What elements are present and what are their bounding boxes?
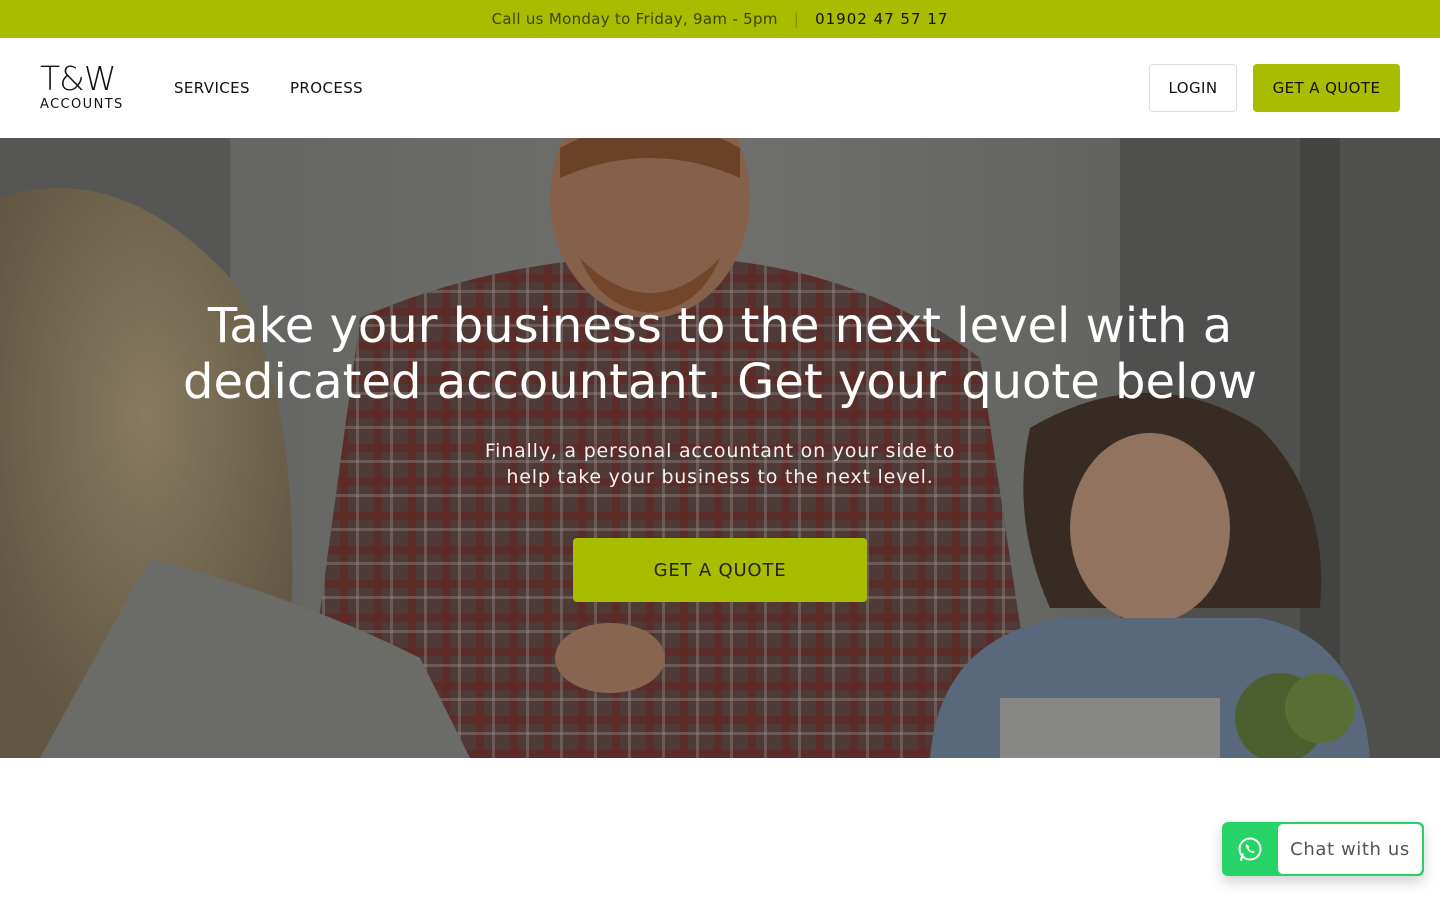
logo-subtitle: ACCOUNTS bbox=[40, 97, 124, 112]
whatsapp-icon bbox=[1222, 822, 1278, 876]
nav-process-link[interactable]: PROCESS bbox=[290, 79, 363, 97]
hero-subheading: Finally, a personal accountant on your s… bbox=[484, 440, 956, 488]
topbar-separator: | bbox=[793, 10, 800, 28]
header-get-quote-button[interactable]: GET A QUOTE bbox=[1253, 64, 1400, 112]
hero-get-quote-button[interactable]: GET A QUOTE bbox=[573, 538, 867, 602]
site-header: T&W ACCOUNTS SERVICES PROCESS LOGIN GET … bbox=[0, 38, 1440, 138]
phone-number-link[interactable]: 01902 47 57 17 bbox=[815, 10, 948, 28]
top-announcement-bar: Call us Monday to Friday, 9am - 5pm | 01… bbox=[0, 0, 1440, 38]
business-hours-text: Call us Monday to Friday, 9am - 5pm bbox=[491, 10, 778, 28]
chat-with-us-label: Chat with us bbox=[1278, 824, 1422, 874]
hero-heading: Take your business to the next level wit… bbox=[183, 298, 1257, 410]
hero-content: Take your business to the next level wit… bbox=[0, 138, 1440, 758]
nav-services-link[interactable]: SERVICES bbox=[174, 79, 250, 97]
hero-section: Take your business to the next level wit… bbox=[0, 138, 1440, 758]
logo-wordmark: T&W bbox=[40, 59, 117, 98]
login-button[interactable]: LOGIN bbox=[1149, 64, 1237, 112]
header-actions: LOGIN GET A QUOTE bbox=[1149, 64, 1400, 112]
main-navigation: SERVICES PROCESS bbox=[174, 79, 363, 97]
whatsapp-chat-widget[interactable]: Chat with us bbox=[1222, 822, 1424, 876]
company-logo[interactable]: T&W ACCOUNTS bbox=[40, 59, 128, 112]
